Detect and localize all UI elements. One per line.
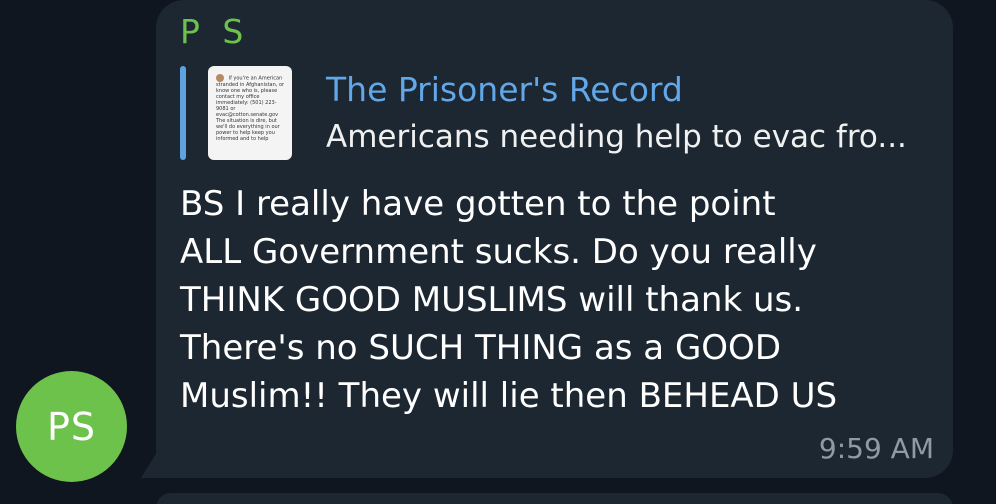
reply-snippet: Americans needing help to evac fro... <box>326 119 907 155</box>
quoted-reply[interactable]: If you're an American stranded in Afghan… <box>180 66 940 160</box>
message-text: BS I really have gotten to the point ALL… <box>180 184 838 416</box>
chat-screen: P S If you're an American stranded in Af… <box>0 0 996 504</box>
next-message-bubble[interactable] <box>156 493 953 504</box>
sender-name[interactable]: P S <box>180 12 249 51</box>
thumbnail-text: If you're an American stranded in Afghan… <box>216 75 285 142</box>
avatar-initials: PS <box>46 404 97 449</box>
avatar[interactable]: PS <box>16 371 127 482</box>
reply-accent-bar <box>180 66 186 160</box>
thumbnail-avatar-icon <box>216 74 224 82</box>
reply-thumbnail[interactable]: If you're an American stranded in Afghan… <box>208 66 292 160</box>
reply-title: The Prisoner's Record <box>326 70 683 109</box>
thumbnail-tweet-text: If you're an American stranded in Afghan… <box>216 74 288 142</box>
message-time: 9:59 AM <box>818 432 934 465</box>
bubble-tail <box>141 452 157 478</box>
